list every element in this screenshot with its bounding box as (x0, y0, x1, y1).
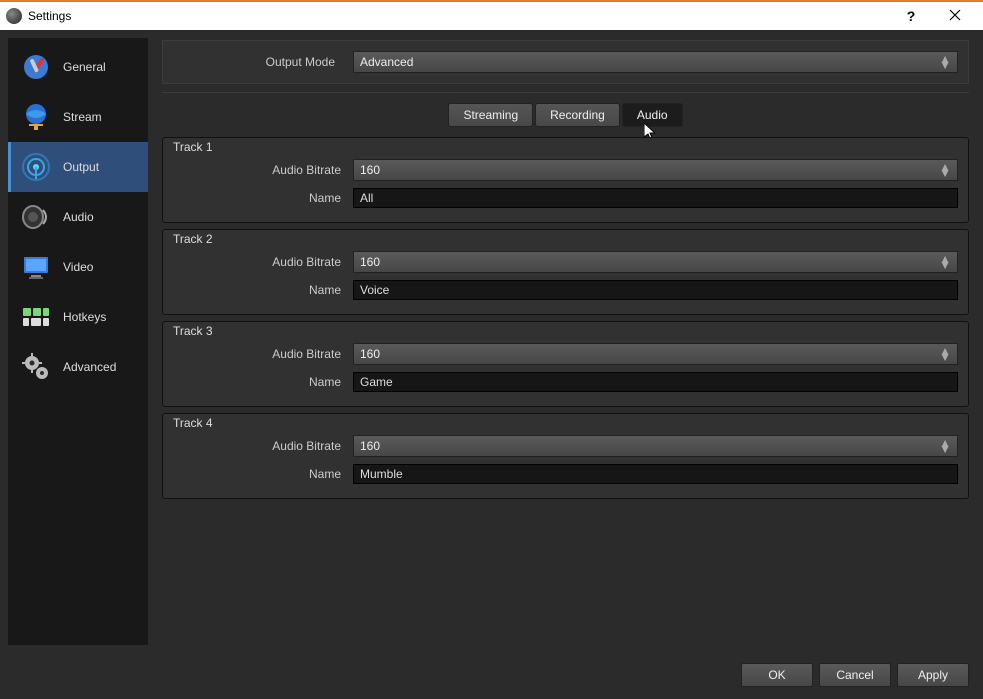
track-1-group: Track 1 Audio Bitrate 160 ▲▼ Name (162, 137, 969, 223)
tab-audio[interactable]: Audio (622, 103, 683, 127)
output-mode-select[interactable]: Advanced ▲▼ (353, 51, 958, 73)
bitrate-label: Audio Bitrate (173, 163, 353, 177)
track-4-group: Track 4 Audio Bitrate 160 ▲▼ Name (162, 413, 969, 499)
apply-button[interactable]: Apply (897, 663, 969, 687)
dialog-footer: OK Cancel Apply (0, 653, 983, 699)
sidebar-item-label: Video (63, 260, 140, 274)
main-panel: Output Mode Advanced ▲▼ Streaming Record… (148, 30, 983, 653)
sidebar-item-advanced[interactable]: Advanced (8, 342, 148, 392)
speaker-icon (19, 200, 53, 234)
broadcast-icon (19, 150, 53, 184)
output-mode-label: Output Mode (173, 55, 353, 69)
gears-icon (19, 350, 53, 384)
close-icon (949, 9, 961, 21)
track-4-name-input[interactable] (353, 464, 958, 484)
group-title: Track 2 (173, 232, 213, 246)
bitrate-label: Audio Bitrate (173, 255, 353, 269)
sidebar-item-hotkeys[interactable]: Hotkeys (8, 292, 148, 342)
sidebar-item-general[interactable]: General (8, 42, 148, 92)
group-title: Track 3 (173, 324, 213, 338)
spinner-arrows-icon: ▲▼ (939, 441, 951, 452)
track-3-name-input[interactable] (353, 372, 958, 392)
window-title: Settings (28, 9, 889, 23)
tab-recording[interactable]: Recording (535, 103, 620, 127)
bitrate-label: Audio Bitrate (173, 347, 353, 361)
track-3-group: Track 3 Audio Bitrate 160 ▲▼ Name (162, 321, 969, 407)
spinner-arrows-icon: ▲▼ (939, 349, 951, 360)
globe-icon (19, 100, 53, 134)
sidebar-item-stream[interactable]: Stream (8, 92, 148, 142)
output-mode-row: Output Mode Advanced ▲▼ (162, 40, 969, 84)
title-bar: Settings ? (0, 0, 983, 30)
spinner-arrows-icon: ▲▼ (939, 165, 951, 176)
name-label: Name (173, 467, 353, 481)
output-mode-value: Advanced (360, 55, 413, 69)
group-title: Track 4 (173, 416, 213, 430)
tab-streaming[interactable]: Streaming (448, 103, 533, 127)
sidebar-item-label: Stream (63, 110, 140, 124)
ok-button[interactable]: OK (741, 663, 813, 687)
cancel-button[interactable]: Cancel (819, 663, 891, 687)
sidebar-item-audio[interactable]: Audio (8, 192, 148, 242)
divider (162, 92, 969, 93)
settings-icon (19, 50, 53, 84)
name-label: Name (173, 375, 353, 389)
sidebar-item-video[interactable]: Video (8, 242, 148, 292)
sidebar-item-label: Hotkeys (63, 310, 140, 324)
name-label: Name (173, 283, 353, 297)
spinner-arrows-icon: ▲▼ (939, 57, 951, 68)
track-1-bitrate-select[interactable]: 160 ▲▼ (353, 159, 958, 181)
sidebar-item-output[interactable]: Output (8, 142, 148, 192)
track-2-group: Track 2 Audio Bitrate 160 ▲▼ Name (162, 229, 969, 315)
group-title: Track 1 (173, 140, 213, 154)
track-3-bitrate-select[interactable]: 160 ▲▼ (353, 343, 958, 365)
bitrate-label: Audio Bitrate (173, 439, 353, 453)
output-tabs: Streaming Recording Audio (162, 103, 969, 127)
name-label: Name (173, 191, 353, 205)
track-4-bitrate-select[interactable]: 160 ▲▼ (353, 435, 958, 457)
sidebar-item-label: Audio (63, 210, 140, 224)
track-2-name-input[interactable] (353, 280, 958, 300)
close-button[interactable] (933, 1, 977, 31)
monitor-icon (19, 250, 53, 284)
help-button[interactable]: ? (889, 1, 933, 31)
track-2-bitrate-select[interactable]: 160 ▲▼ (353, 251, 958, 273)
sidebar-item-label: General (63, 60, 140, 74)
sidebar: General Stream Output Audio Video (8, 38, 148, 645)
sidebar-item-label: Output (63, 160, 140, 174)
sidebar-item-label: Advanced (63, 360, 140, 374)
spinner-arrows-icon: ▲▼ (939, 257, 951, 268)
track-groups: Track 1 Audio Bitrate 160 ▲▼ Name (162, 137, 969, 653)
track-1-name-input[interactable] (353, 188, 958, 208)
keyboard-icon (19, 300, 53, 334)
app-icon (6, 8, 22, 24)
